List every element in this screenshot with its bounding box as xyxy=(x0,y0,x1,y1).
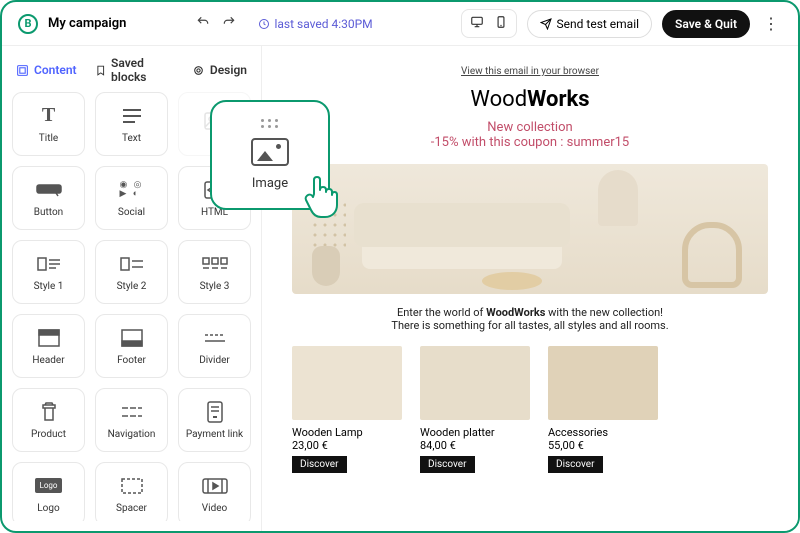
product-name: Accessories xyxy=(548,426,658,439)
style1-icon xyxy=(37,253,61,275)
hero-image xyxy=(292,164,768,294)
header-icon xyxy=(38,327,60,349)
cursor-hand-icon xyxy=(300,172,340,218)
product-image xyxy=(548,346,658,420)
view-in-browser-link[interactable]: View this email in your browser xyxy=(292,66,768,77)
discover-button[interactable]: Discover xyxy=(420,456,475,473)
tab-design[interactable]: Design xyxy=(192,56,247,84)
block-style2[interactable]: Style 2 xyxy=(95,240,168,304)
block-logo[interactable]: LogoLogo xyxy=(12,462,85,521)
product-icon xyxy=(39,401,59,423)
navigation-icon xyxy=(120,401,144,423)
product-name: Wooden platter xyxy=(420,426,530,439)
intro-text: Enter the world of WoodWorks with the ne… xyxy=(292,306,768,332)
style2-icon xyxy=(120,253,144,275)
undo-icon[interactable] xyxy=(196,14,210,33)
block-product[interactable]: Product xyxy=(12,388,85,452)
product-price: 84,00 € xyxy=(420,439,530,452)
block-footer[interactable]: Footer xyxy=(95,314,168,378)
block-spacer[interactable]: Spacer xyxy=(95,462,168,521)
discover-button[interactable]: Discover xyxy=(548,456,603,473)
block-video[interactable]: Video xyxy=(178,462,251,521)
product-price: 23,00 € xyxy=(292,439,402,452)
block-payment[interactable]: Payment link xyxy=(178,388,251,452)
tab-content[interactable]: Content xyxy=(16,56,77,84)
style3-icon xyxy=(202,253,228,275)
product-price: 55,00 € xyxy=(548,439,658,452)
block-divider[interactable]: Divider xyxy=(178,314,251,378)
video-icon xyxy=(202,475,228,497)
mobile-icon[interactable] xyxy=(494,14,508,33)
promo-line-2: -15% with this coupon : summer15 xyxy=(292,135,768,150)
tab-saved-blocks[interactable]: Saved blocks xyxy=(95,56,174,84)
image-icon xyxy=(251,138,289,166)
product-card: Wooden platter 84,00 € Discover xyxy=(420,346,530,473)
brand-heading: WoodWorks xyxy=(292,87,768,112)
divider-icon xyxy=(203,327,227,349)
send-test-button[interactable]: Send test email xyxy=(527,10,653,38)
product-card: Accessories 55,00 € Discover xyxy=(548,346,658,473)
block-button[interactable]: Button xyxy=(12,166,85,230)
product-image xyxy=(292,346,402,420)
social-icon: ◉ ◎▶ ◐ xyxy=(120,179,144,201)
drag-handle-icon xyxy=(261,119,279,128)
block-social[interactable]: ◉ ◎▶ ◐Social xyxy=(95,166,168,230)
block-style1[interactable]: Style 1 xyxy=(12,240,85,304)
button-icon xyxy=(36,179,62,201)
redo-icon[interactable] xyxy=(222,14,236,33)
logo-icon: Logo xyxy=(35,475,63,497)
drag-label: Image xyxy=(252,176,288,191)
block-title[interactable]: TTitle xyxy=(12,92,85,156)
text-icon xyxy=(121,105,143,127)
discover-button[interactable]: Discover xyxy=(292,456,347,473)
title-icon: T xyxy=(42,105,55,127)
block-style3[interactable]: Style 3 xyxy=(178,240,251,304)
product-card: Wooden Lamp 23,00 € Discover xyxy=(292,346,402,473)
more-icon[interactable]: ⋮ xyxy=(760,9,782,39)
email-canvas[interactable]: View this email in your browser WoodWork… xyxy=(262,46,798,531)
promo-line-1: New collection xyxy=(292,120,768,135)
brand-logo: B xyxy=(18,14,38,34)
last-saved: last saved 4:30PM xyxy=(258,17,372,31)
spacer-icon xyxy=(121,475,143,497)
product-name: Wooden Lamp xyxy=(292,426,402,439)
save-quit-button[interactable]: Save & Quit xyxy=(662,10,750,38)
payment-icon xyxy=(205,401,225,423)
block-text[interactable]: Text xyxy=(95,92,168,156)
block-header[interactable]: Header xyxy=(12,314,85,378)
campaign-title: My campaign xyxy=(48,16,126,31)
footer-icon xyxy=(121,327,143,349)
block-navigation[interactable]: Navigation xyxy=(95,388,168,452)
desktop-icon[interactable] xyxy=(470,14,484,33)
product-image xyxy=(420,346,530,420)
